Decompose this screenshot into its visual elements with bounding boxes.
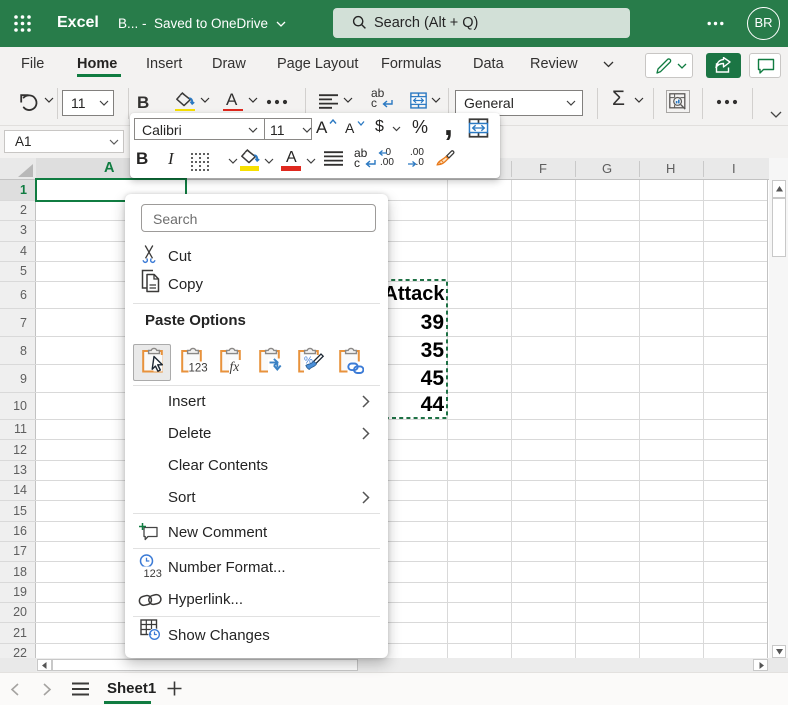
svg-text:123: 123 <box>189 363 208 375</box>
svg-text:123: 123 <box>144 568 162 579</box>
svg-text:fx: fx <box>230 359 240 374</box>
